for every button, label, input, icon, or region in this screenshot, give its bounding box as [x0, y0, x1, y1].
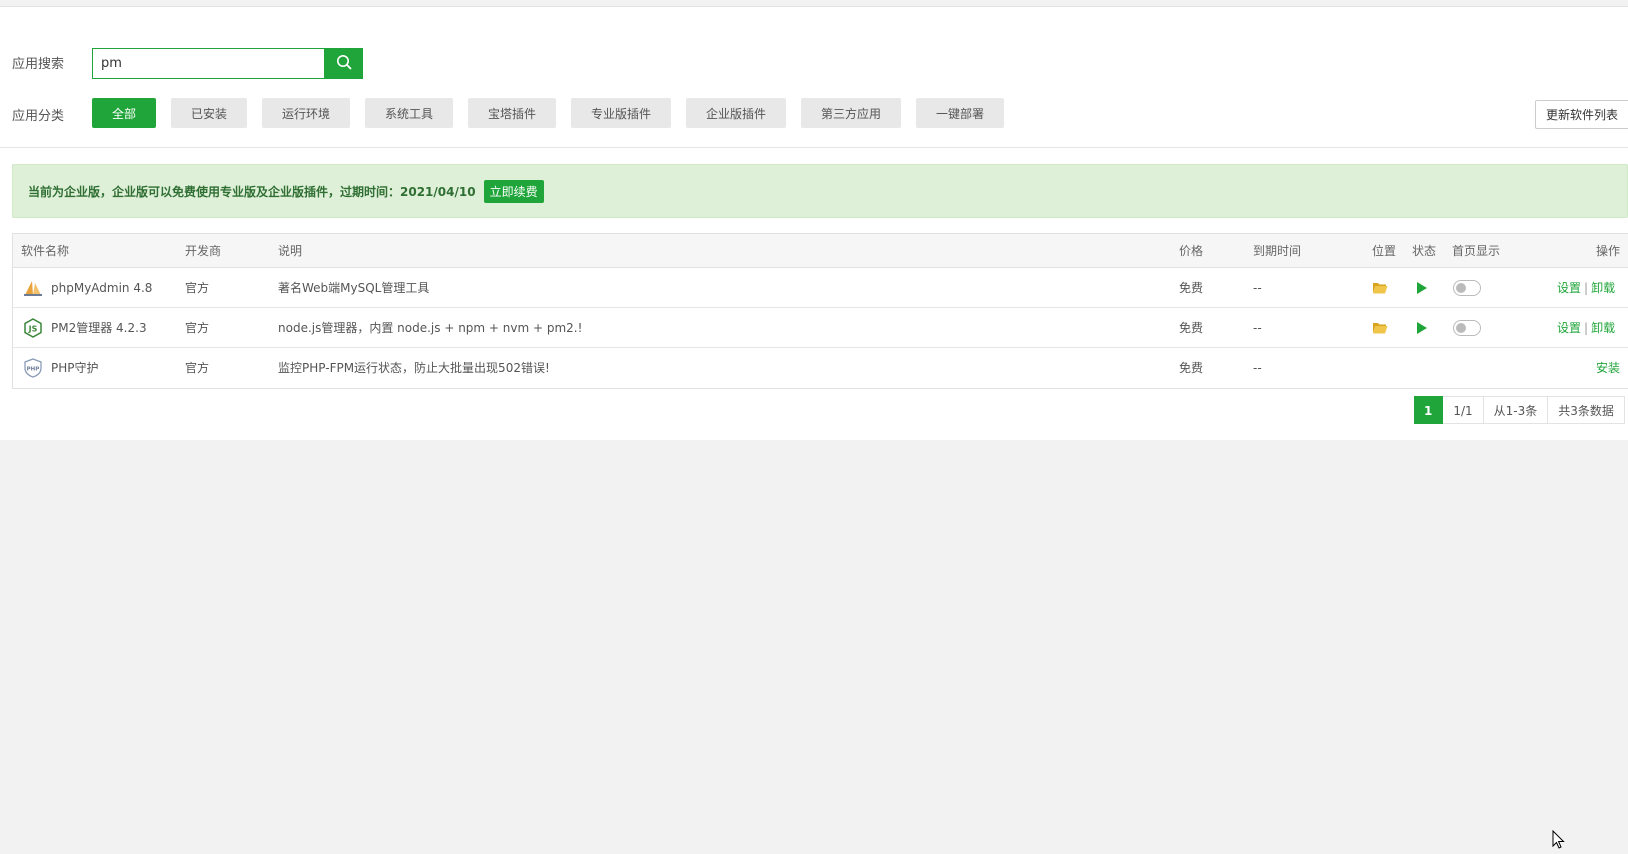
developer: 官方 [185, 281, 210, 295]
header-homepage: 首页显示 [1452, 244, 1501, 258]
install-link[interactable]: 安装 [1596, 348, 1620, 388]
name-cell: JS PM2管理器 4.2.3 [23, 308, 147, 348]
page-count: 1/1 [1443, 396, 1484, 424]
name-cell: PHP PHP守护 [23, 348, 99, 388]
category-pro-plugins[interactable]: 专业版插件 [571, 98, 671, 128]
category-bt-plugins[interactable]: 宝塔插件 [468, 98, 556, 128]
settings-link[interactable]: 设置 [1557, 281, 1581, 295]
play-icon[interactable] [1417, 308, 1427, 348]
category-enterprise-plugins[interactable]: 企业版插件 [686, 98, 786, 128]
play-icon[interactable] [1417, 268, 1427, 308]
table-row: PHP PHP守护 官方 监控PHP-FPM运行状态，防止大批量出现502错误!… [13, 348, 1628, 388]
page-range: 从1-3条 [1483, 396, 1549, 424]
app-name[interactable]: phpMyAdmin 4.8 [51, 268, 152, 308]
description: 监控PHP-FPM运行状态，防止大批量出现502错误! [278, 361, 550, 375]
action-cell: 设置 | 卸载 [1557, 308, 1615, 348]
name-cell: phpMyAdmin 4.8 [23, 268, 152, 308]
table-row: phpMyAdmin 4.8 官方 著名Web端MySQL管理工具 免费 -- … [13, 268, 1628, 308]
header-location: 位置 [1372, 244, 1397, 258]
table-header: 软件名称 开发商 说明 价格 到期时间 位置 状态 首页显示 操作 [13, 234, 1628, 268]
header-price: 价格 [1179, 244, 1204, 258]
phpmyadmin-icon [23, 278, 43, 298]
header-action: 操作 [1596, 244, 1621, 258]
divider [0, 147, 1628, 148]
homepage-toggle[interactable] [1453, 320, 1481, 336]
category-one-click-deploy[interactable]: 一键部署 [916, 98, 1004, 128]
description: node.js管理器，内置 node.js + npm + nvm + pm2.… [278, 321, 583, 335]
search-button[interactable] [324, 48, 363, 79]
nodejs-icon: JS [23, 318, 43, 338]
header-name: 软件名称 [21, 244, 70, 258]
header-developer: 开发商 [185, 244, 222, 258]
developer: 官方 [185, 361, 210, 375]
header-expiry: 到期时间 [1253, 244, 1302, 258]
category-runtime[interactable]: 运行环境 [262, 98, 350, 128]
uninstall-link[interactable]: 卸载 [1591, 281, 1615, 295]
price: 免费 [1179, 321, 1204, 335]
expiry: -- [1253, 281, 1262, 295]
category-third-party[interactable]: 第三方应用 [801, 98, 901, 128]
expiry: -- [1253, 361, 1262, 375]
pagination: 1 1/1 从1-3条 共3条数据 [1414, 396, 1625, 424]
separator: | [1584, 281, 1589, 295]
page-current[interactable]: 1 [1414, 396, 1444, 424]
folder-icon[interactable] [1372, 308, 1388, 348]
table-row: JS PM2管理器 4.2.3 官方 node.js管理器，内置 node.js… [13, 308, 1628, 348]
folder-icon[interactable] [1372, 268, 1388, 308]
mouse-cursor-icon [1552, 829, 1566, 853]
settings-link[interactable]: 设置 [1557, 321, 1581, 335]
action-cell: 设置 | 卸载 [1557, 268, 1615, 308]
toggle-knob [1456, 323, 1466, 333]
search-box [92, 48, 363, 79]
notice-text: 当前为企业版，企业版可以免费使用专业版及企业版插件，过期时间：2021/04/1… [28, 184, 476, 199]
svg-text:JS: JS [28, 325, 38, 334]
refresh-software-list-button[interactable]: 更新软件列表 [1535, 100, 1628, 129]
category-system-tools[interactable]: 系统工具 [365, 98, 453, 128]
header-description: 说明 [278, 244, 303, 258]
app-name[interactable]: PM2管理器 4.2.3 [51, 308, 147, 348]
category-label: 应用分类 [12, 109, 65, 124]
expiry: -- [1253, 321, 1262, 335]
homepage-toggle[interactable] [1453, 280, 1481, 296]
price: 免费 [1179, 281, 1204, 295]
php-shield-icon: PHP [23, 358, 43, 378]
software-panel: 应用搜索 应用分类 全部 已安装 运行环境 系统工具 宝塔插件 专业版插件 企业… [0, 7, 1628, 440]
top-bar [0, 0, 1628, 7]
uninstall-link[interactable]: 卸载 [1591, 321, 1615, 335]
page-total: 共3条数据 [1548, 396, 1625, 424]
separator: | [1584, 321, 1589, 335]
category-installed[interactable]: 已安装 [171, 98, 247, 128]
description: 著名Web端MySQL管理工具 [278, 281, 430, 295]
svg-text:PHP: PHP [27, 367, 40, 373]
search-icon [336, 54, 352, 73]
category-all[interactable]: 全部 [92, 98, 156, 128]
software-table: 软件名称 开发商 说明 价格 到期时间 位置 状态 首页显示 操作 phpMyA… [12, 233, 1628, 389]
header-status: 状态 [1412, 244, 1437, 258]
toggle-knob [1456, 283, 1466, 293]
renew-button[interactable]: 立即续费 [483, 179, 544, 203]
search-input[interactable] [93, 49, 325, 78]
license-notice: 当前为企业版，企业版可以免费使用专业版及企业版插件，过期时间：2021/04/1… [12, 164, 1628, 218]
app-name[interactable]: PHP守护 [51, 348, 99, 388]
price: 免费 [1179, 361, 1204, 375]
developer: 官方 [185, 321, 210, 335]
search-label: 应用搜索 [12, 57, 65, 72]
